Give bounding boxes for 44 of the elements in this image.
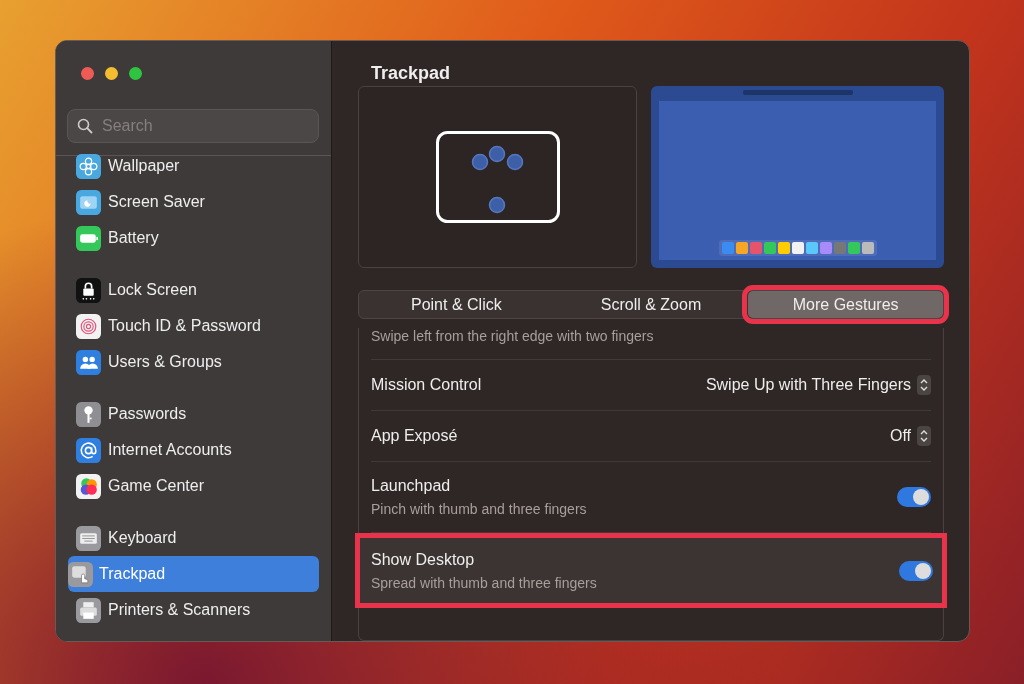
sidebar-item[interactable]: Printers & Scanners xyxy=(68,592,319,628)
tab[interactable]: Point & Click xyxy=(359,291,554,318)
close-button[interactable] xyxy=(81,67,94,80)
minimize-button[interactable] xyxy=(105,67,118,80)
gesture-description: Swipe left from the right edge with two fingers xyxy=(371,328,654,344)
fingerprint-icon xyxy=(76,313,101,339)
sidebar-item[interactable]: Touch ID & Password xyxy=(68,308,319,344)
gesture-description: Pinch with thumb and three fingers xyxy=(371,501,587,517)
lock-icon xyxy=(76,277,101,303)
pane-title: Trackpad xyxy=(370,62,452,85)
toggle-switch[interactable] xyxy=(899,560,933,581)
flower-icon xyxy=(76,153,101,179)
sidebar-item[interactable]: Trackpad xyxy=(68,556,319,592)
popup-menu[interactable]: Off xyxy=(889,426,931,446)
popup-menu[interactable]: Swipe Up with Three Fingers xyxy=(705,375,931,395)
tab[interactable]: Scroll & Zoom xyxy=(553,291,749,318)
battery-icon xyxy=(76,225,101,251)
sidebar-item[interactable]: Game Center xyxy=(68,468,319,504)
sidebar-item[interactable]: Screen Saver xyxy=(68,184,319,220)
gesture-description: Spread with thumb and three fingers xyxy=(371,574,597,591)
sidebar-item[interactable]: Internet Accounts xyxy=(68,432,319,468)
at-icon xyxy=(76,437,101,463)
setting-label: Mission Control xyxy=(371,376,482,394)
sidebar-item[interactable]: Lock Screen xyxy=(68,272,319,308)
sidebar-item[interactable]: Keyboard xyxy=(68,520,319,556)
key-icon xyxy=(76,401,101,427)
search-field[interactable]: Search xyxy=(67,109,319,143)
setting-label: App Exposé xyxy=(371,427,458,445)
toggle-switch[interactable] xyxy=(897,487,931,507)
trackpad-icon xyxy=(68,561,93,587)
updown-chevron-icon xyxy=(917,375,931,395)
sidebar-item[interactable]: Users & Groups xyxy=(68,344,319,380)
updown-chevron-icon xyxy=(917,426,931,446)
printer-icon xyxy=(76,597,101,623)
sidebar-item[interactable]: Passwords xyxy=(68,396,319,432)
users-icon xyxy=(76,349,101,375)
bubbles-icon xyxy=(76,473,101,499)
screen-icon xyxy=(76,189,101,215)
zoom-button[interactable] xyxy=(129,67,142,80)
keyboard-icon xyxy=(76,525,101,551)
setting-label: Launchpad xyxy=(371,477,452,495)
setting-label: Show Desktop xyxy=(371,550,476,569)
sidebar-item[interactable]: Battery xyxy=(68,220,319,256)
sidebar-item[interactable]: Wallpaper xyxy=(68,148,319,184)
